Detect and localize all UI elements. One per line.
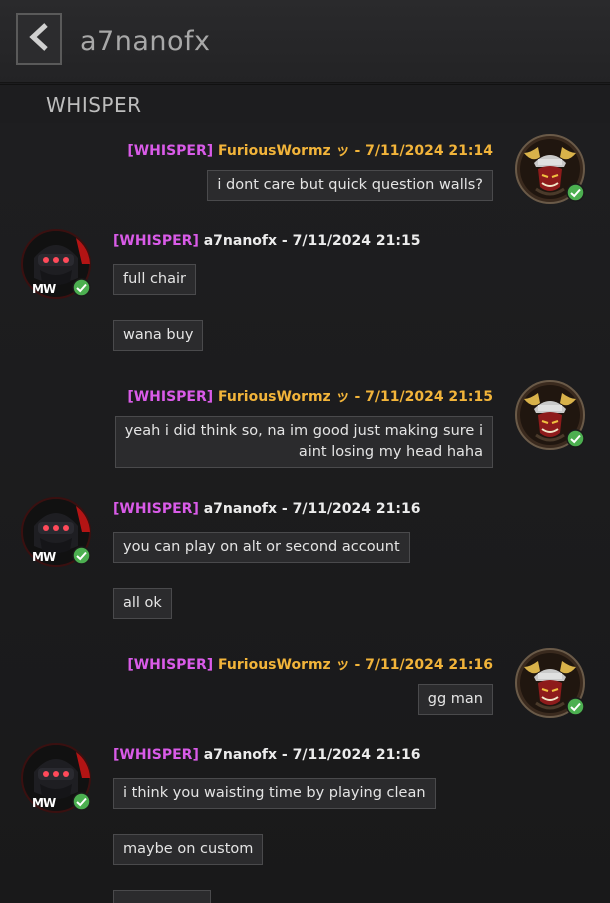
separator: - (349, 143, 366, 159)
avatar-furiouswormz[interactable] (514, 647, 586, 719)
whisper-tag: [WHISPER] (127, 143, 214, 159)
whisper-tag: [WHISPER] (113, 233, 199, 249)
check-circle-icon (566, 183, 585, 202)
separator: - (349, 657, 366, 673)
chevron-left-icon (27, 22, 51, 56)
message-bubble: maybe on custom (113, 834, 264, 865)
whisper-tag: [WHISPER] (113, 501, 199, 517)
mw3-logo: MW (32, 282, 56, 296)
message-list[interactable]: [WHISPER] FuriousWormz ッ - 7/11/2024 21:… (0, 123, 610, 903)
message-bubble: gg man (417, 684, 493, 715)
message-header: [WHISPER] FuriousWormz ッ - 7/11/2024 21:… (127, 386, 493, 406)
check-circle-icon (566, 697, 585, 716)
separator: - (277, 233, 293, 249)
sender-name[interactable]: FuriousWormz ッ (218, 389, 350, 405)
timestamp: 7/11/2024 21:16 (365, 657, 493, 673)
avatar-a7nanofx[interactable]: MW (20, 228, 92, 300)
separator: - (277, 747, 293, 763)
timestamp: 7/11/2024 21:16 (292, 747, 421, 763)
timestamp: 7/11/2024 21:15 (365, 389, 493, 405)
message-header: [WHISPER] FuriousWormz ッ - 7/11/2024 21:… (127, 654, 493, 674)
avatar-furiouswormz[interactable] (514, 133, 586, 205)
check-circle-icon (72, 546, 91, 565)
message-bubble-partial (113, 890, 211, 903)
message-bubble: yeah i did think so, na im good just mak… (114, 416, 493, 468)
avatar-furiouswormz[interactable] (514, 379, 586, 451)
whisper-tag: [WHISPER] (127, 389, 214, 405)
timestamp: 7/11/2024 21:14 (365, 143, 493, 159)
message-bubble: i think you waisting time by playing cle… (113, 778, 436, 809)
back-button[interactable] (16, 13, 62, 65)
channel-header: WHISPER (0, 84, 610, 124)
message-header: [WHISPER] a7nanofx - 7/11/2024 21:16 (113, 747, 420, 763)
sender-name[interactable]: a7nanofx (204, 747, 277, 763)
timestamp: 7/11/2024 21:16 (292, 501, 421, 517)
conversation-title: a7nanofx (80, 26, 211, 57)
separator: - (349, 389, 366, 405)
whisper-tag: [WHISPER] (113, 747, 199, 763)
avatar-a7nanofx[interactable]: MW (20, 496, 92, 568)
check-circle-icon (566, 429, 585, 448)
message-bubble: all ok (113, 588, 172, 619)
top-bar: a7nanofx (0, 0, 610, 83)
avatar-a7nanofx[interactable]: MW (20, 742, 92, 814)
mw3-logo: MW (32, 796, 56, 810)
check-circle-icon (72, 792, 91, 811)
timestamp: 7/11/2024 21:15 (292, 233, 421, 249)
message-line: aint losing my head haha (298, 444, 483, 460)
message-bubble: wana buy (113, 320, 204, 351)
sender-name[interactable]: FuriousWormz ッ (218, 143, 350, 159)
mw3-logo: MW (32, 550, 56, 564)
channel-label: WHISPER (46, 93, 142, 117)
sender-name[interactable]: a7nanofx (204, 233, 277, 249)
sender-name[interactable]: a7nanofx (204, 501, 277, 517)
sender-name[interactable]: FuriousWormz ッ (218, 657, 350, 673)
message-header: [WHISPER] a7nanofx - 7/11/2024 21:15 (113, 233, 420, 249)
check-circle-icon (72, 278, 91, 297)
message-bubble: you can play on alt or second account (113, 532, 410, 563)
message-header: [WHISPER] a7nanofx - 7/11/2024 21:16 (113, 501, 420, 517)
message-bubble: full chair (113, 264, 196, 295)
message-header: [WHISPER] FuriousWormz ッ - 7/11/2024 21:… (127, 140, 493, 160)
message-line: yeah i did think so, na im good just mak… (124, 423, 483, 439)
whisper-tag: [WHISPER] (127, 657, 214, 673)
separator: - (277, 501, 293, 517)
message-bubble: i dont care but quick question walls? (207, 170, 493, 201)
